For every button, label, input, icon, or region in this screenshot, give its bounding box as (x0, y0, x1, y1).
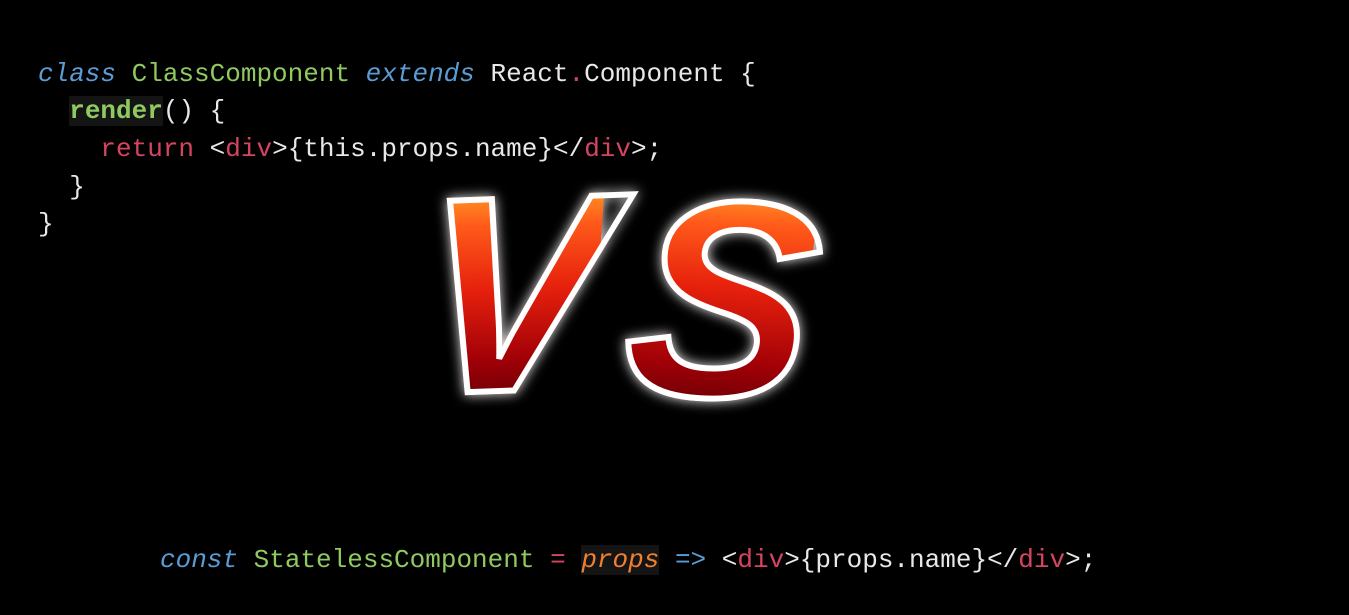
jsx-tag-div-bottom: div (737, 545, 784, 575)
vs-letter-s: S (611, 136, 826, 466)
keyword-class: class (38, 59, 116, 89)
stateless-component-code: const StatelessComponent = props => <div… (160, 505, 1096, 580)
component-ident: Component (584, 59, 724, 89)
keyword-extends: extends (366, 59, 475, 89)
jsx-tag-div: div (225, 134, 272, 164)
vs-letter-v: V (408, 132, 608, 459)
arrow-fn: => (675, 545, 706, 575)
keyword-const: const (160, 545, 238, 575)
render-method: render (69, 96, 163, 126)
react-ident: React (491, 59, 569, 89)
const-name: StatelessComponent (254, 545, 535, 575)
param-props: props (581, 545, 659, 575)
class-name: ClassComponent (132, 59, 350, 89)
keyword-return: return (100, 134, 194, 164)
vs-graphic: V S (420, 175, 920, 475)
